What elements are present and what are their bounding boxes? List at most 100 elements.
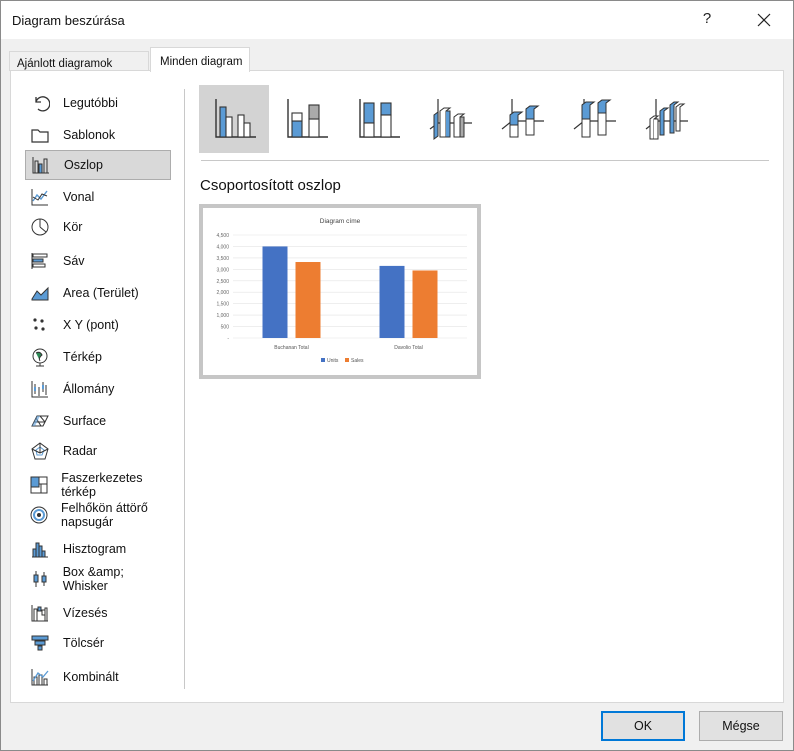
chart-preview[interactable]: Diagram címe 4,500 4,000 3,500 3,000 2,500 2,0… (199, 204, 481, 379)
y-tick-label: 4,000 (216, 244, 229, 250)
category-scatter-chart[interactable]: X Y (pont) (25, 310, 171, 340)
help-button[interactable]: ? (699, 10, 715, 27)
category-surface-chart[interactable]: Surface (25, 406, 171, 436)
insert-chart-dialog: Diagram beszúrása ? Ajánlott diagramok M… (0, 0, 794, 751)
surface-chart-icon (29, 410, 51, 432)
category-pie-chart[interactable]: Kör (25, 212, 171, 242)
radar-chart-icon (29, 440, 51, 462)
category-recent[interactable]: Legutóbbi (25, 88, 171, 118)
category-label: Vonal (63, 190, 95, 204)
3d-column-button[interactable] (631, 85, 701, 153)
legend-label: Sales (351, 358, 364, 364)
funnel-icon (29, 632, 51, 654)
category-label: Felhőkön áttörő napsugár (61, 501, 148, 529)
bar-units (262, 246, 288, 338)
100-stacked-column-button[interactable] (343, 85, 413, 153)
y-tick-label: - (227, 336, 229, 342)
3d-clustered-column-icon (429, 99, 472, 140)
all-charts-panel: Legutóbbi Sablonok Oszlop Vonal Kör Sáv Area (… (10, 70, 784, 703)
category-label: Hisztogram (63, 542, 127, 556)
stacked-column-button[interactable] (271, 85, 341, 153)
y-tick-label: 4,500 (216, 233, 229, 239)
clustered-column-button[interactable] (199, 85, 269, 153)
vertical-divider (184, 89, 185, 689)
category-waterfall[interactable]: Vízesés (25, 598, 171, 628)
histogram-icon (29, 538, 51, 560)
category-line-chart[interactable]: Vonal (25, 182, 171, 212)
x-tick-label: Buchanan Total (274, 345, 308, 351)
map-chart-icon (29, 346, 51, 368)
legend-swatch (345, 358, 349, 362)
category-folder[interactable]: Sablonok (25, 120, 171, 150)
y-tick-label: 2,000 (216, 290, 229, 296)
bar-units (379, 265, 405, 338)
3d-stacked-column-button[interactable] (487, 85, 557, 153)
category-map-chart[interactable]: Térkép (25, 342, 171, 372)
category-label: Kombinált (63, 670, 119, 684)
category-stock-chart[interactable]: Állomány (25, 374, 171, 404)
bar-chart-icon (29, 250, 51, 272)
category-label: X Y (pont) (63, 318, 119, 332)
treemap-icon (29, 474, 49, 496)
pie-chart-icon (29, 216, 51, 238)
column-chart-icon (30, 154, 52, 176)
category-label: Box &amp; Whisker (62, 565, 124, 593)
3d-clustered-column-button[interactable] (415, 85, 485, 153)
category-column-chart[interactable]: Oszlop (25, 150, 171, 180)
box-whisker-icon (29, 568, 51, 590)
category-label: Vízesés (63, 606, 108, 620)
y-tick-label: 500 (221, 325, 230, 331)
category-label: Legutóbbi (63, 96, 118, 110)
combo-chart-icon (29, 666, 51, 688)
3d-100-stacked-column-button[interactable] (559, 85, 629, 153)
category-label: Tölcsér (63, 636, 104, 650)
y-tick-label: 1,500 (216, 302, 229, 308)
category-label: Faszerkezetes térkép (61, 471, 143, 499)
legend-swatch (321, 358, 325, 362)
y-tick-label: 3,000 (216, 267, 229, 273)
area-chart-icon (29, 282, 51, 304)
category-label: Sáv (63, 254, 85, 268)
scatter-chart-icon (29, 314, 51, 336)
category-area-chart[interactable]: Area (Terület) (25, 278, 171, 308)
sunburst-icon (29, 504, 49, 526)
tab-bar: Ajánlott diagramok Minden diagram (1, 39, 793, 72)
bar-sales (412, 270, 438, 338)
cancel-button[interactable]: Mégse (699, 711, 783, 741)
category-label: Térkép (63, 350, 102, 364)
stacked-column-icon (287, 99, 328, 138)
category-label: Radar (63, 444, 98, 458)
category-radar-chart[interactable]: Radar (25, 436, 171, 466)
clustered-column-icon (215, 99, 256, 138)
category-funnel[interactable]: Tölcsér (25, 628, 171, 658)
category-sunburst[interactable]: Felhőkön áttörő napsugár (25, 500, 171, 530)
ok-button[interactable]: OK (601, 711, 685, 741)
category-label: Oszlop (64, 158, 103, 172)
100-stacked-column-icon (359, 99, 400, 138)
y-tick-label: 3,500 (216, 256, 229, 262)
horizontal-divider (201, 160, 769, 161)
recent-icon (29, 92, 51, 114)
category-label: Kör (63, 220, 83, 234)
category-label: Area (Terület) (63, 286, 139, 300)
category-bar-chart[interactable]: Sáv (25, 246, 171, 276)
bar-sales (295, 262, 321, 338)
category-combo-chart[interactable]: Kombinált (25, 662, 171, 692)
tab-all-charts[interactable]: Minden diagram (150, 47, 250, 72)
y-tick-label: 2,500 (216, 279, 229, 285)
category-label: Sablonok (63, 128, 116, 142)
category-label: Állomány (63, 382, 115, 396)
category-histogram[interactable]: Hisztogram (25, 534, 171, 564)
tab-recommended-charts[interactable]: Ajánlott diagramok (9, 51, 149, 71)
3d-100-stacked-column-icon (573, 99, 616, 138)
folder-icon (29, 124, 51, 146)
preview-chart: Diagram címe 4,500 4,000 3,500 3,000 2,500 2,0… (216, 218, 467, 364)
waterfall-icon (29, 602, 51, 624)
close-icon[interactable] (749, 7, 779, 33)
category-box-whisker[interactable]: Box &amp; Whisker (25, 564, 171, 594)
category-treemap[interactable]: Faszerkezetes térkép (25, 470, 171, 500)
y-tick-label: 1,000 (216, 313, 229, 319)
x-tick-label: Davolio Total (394, 345, 423, 351)
line-chart-icon (29, 186, 51, 208)
legend-label: Units (327, 358, 339, 364)
